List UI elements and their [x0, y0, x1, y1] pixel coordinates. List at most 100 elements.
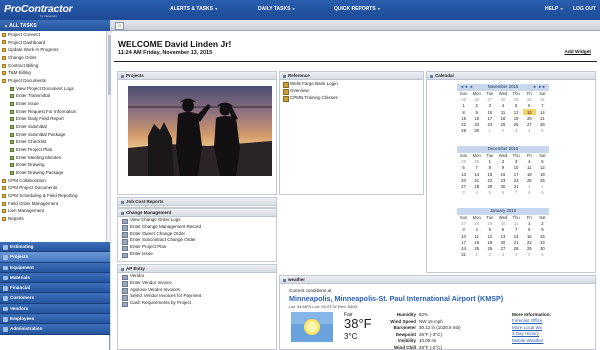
change-management-title[interactable]: Change Management	[118, 209, 276, 217]
ap-entry-link[interactable]: Vendor	[118, 273, 276, 280]
module-item[interactable]: Vendors	[0, 303, 110, 315]
app-logo[interactable]: ProContractor	[4, 3, 73, 15]
calendar-day[interactable]: 29	[457, 128, 470, 134]
task-label: Field Order Management	[8, 200, 59, 206]
change-management-link[interactable]: View Change Order Logs	[118, 217, 276, 224]
calendar-panel: Calendar ◄◄ ◄ ► ►► November 2015 Sun Mon Tue W…	[426, 71, 596, 273]
weather-more-link[interactable]: Mobile Weather	[512, 338, 551, 344]
task-item[interactable]: Project Connect	[0, 31, 106, 39]
task-item[interactable]: Change Order	[0, 54, 106, 62]
module-item[interactable]: Materials	[0, 272, 110, 284]
all-tasks-header[interactable]: ▲ ALL TASKS	[0, 20, 110, 31]
quick-reports-menu[interactable]: QUICK REPORTS ▼	[334, 6, 381, 12]
job-cost-reports-title[interactable]: Job Cost Reports	[118, 198, 276, 206]
calendar-day[interactable]: 4	[510, 252, 523, 258]
module-item[interactable]: Customers	[0, 293, 110, 304]
task-item[interactable]: CPM Collaboration	[0, 177, 106, 185]
calendar-day[interactable]: 7	[510, 190, 523, 196]
task-item[interactable]: Enter Submittal Package	[0, 131, 106, 139]
task-item[interactable]: Enter Request For Information	[0, 108, 106, 116]
task-item[interactable]: Enter Submittal	[0, 123, 106, 131]
calendar-day[interactable]: 3	[510, 128, 523, 134]
ap-entry-link[interactable]: Enter Vendor Invoice	[118, 280, 276, 287]
task-item[interactable]: Update Work In Progress	[0, 46, 106, 54]
change-management-link[interactable]: Enter Issue	[118, 251, 276, 258]
task-item[interactable]: Project Dashboard	[0, 39, 106, 47]
daily-tasks-menu[interactable]: DAILY TASKS ▼	[258, 6, 295, 12]
module-item[interactable]: Projects	[0, 252, 110, 263]
calendar-day[interactable]: 3	[457, 190, 470, 196]
task-item[interactable]: Enter Drawing	[0, 161, 106, 169]
module-item[interactable]: Administration	[0, 324, 110, 335]
dropdown-arrow-icon: ▼	[214, 7, 218, 11]
calendar-day[interactable]: 2	[483, 252, 496, 258]
task-item[interactable]: Enter Issue	[0, 100, 106, 108]
change-management-link[interactable]: Enter Subcontract Change Order	[118, 237, 276, 245]
module-icon	[3, 245, 8, 250]
task-item[interactable]: Project Documents	[0, 77, 106, 85]
calendar-day[interactable]: 8	[523, 190, 536, 196]
weather-detail-row: Wind Speed NW 16 mph	[380, 319, 461, 326]
task-item[interactable]: Enter Meeting Minutes	[0, 154, 106, 162]
task-item[interactable]: Enter Checklist	[0, 138, 106, 146]
task-icon	[10, 132, 14, 137]
weather-panel-title[interactable]: weather	[280, 276, 595, 284]
calendar-day[interactable]: 3	[496, 252, 509, 258]
change-management-link[interactable]: Enter Owner Change Order	[118, 231, 276, 238]
add-widget-link[interactable]: Add Widget	[564, 50, 591, 55]
projects-panel-title[interactable]: Projects	[118, 72, 276, 80]
task-label: Reports	[8, 216, 24, 222]
reference-panel-title[interactable]: Reference	[280, 72, 423, 80]
task-item[interactable]: T&M Billing	[0, 69, 106, 77]
task-item[interactable]: Lien Management	[0, 207, 106, 215]
task-item[interactable]: Reports	[0, 215, 106, 223]
calendar-day[interactable]: 5	[536, 128, 549, 134]
task-item[interactable]: Enter Transmittal	[0, 92, 106, 100]
calendar-day[interactable]: 31	[457, 252, 470, 258]
home-icon[interactable]: ⌂	[115, 21, 124, 30]
ap-entry-link[interactable]: Select Vendor Invoices for Payment	[118, 293, 276, 301]
weather-detail-label: Wind Speed	[390, 318, 416, 324]
help-menu[interactable]: HELP ▼	[545, 6, 563, 12]
calendar-day[interactable]: 5	[483, 190, 496, 196]
calendar-day[interactable]: 2	[496, 128, 509, 134]
calendar-day[interactable]: 1	[470, 252, 483, 258]
calendar-day[interactable]: 9	[536, 190, 549, 196]
change-management-link[interactable]: Enter Change Management Record	[118, 224, 276, 231]
change-management-link[interactable]: Enter Project Plan	[118, 244, 276, 252]
weather-location[interactable]: Minneapolis, Minneapolis-St. Paul Intern…	[289, 294, 503, 303]
main-content: WELCOME David Linden Jr! 11:24 AM Friday…	[111, 31, 600, 350]
module-item[interactable]: Equipment	[0, 262, 110, 273]
task-item[interactable]: CPM Project Documents	[0, 184, 106, 192]
calendar-day[interactable]: 4	[470, 190, 483, 196]
task-item[interactable]: View Project Document Logs	[0, 85, 106, 93]
ap-entry-link[interactable]: Cash Requirements by Project	[118, 300, 276, 308]
ap-entry-title[interactable]: AP Entry	[118, 265, 276, 273]
module-item[interactable]: Employees	[0, 314, 110, 325]
task-item[interactable]: Contract Billing	[0, 62, 106, 70]
calendar-day[interactable]: 6	[536, 252, 549, 258]
reference-link[interactable]: Wells Fargo Bank Login	[280, 81, 423, 89]
task-item[interactable]: Enter Drawing Package	[0, 169, 106, 177]
calendar-day[interactable]: 4	[523, 128, 536, 134]
more-info-links: Forecast Office More Local Wx 3 Day Histor…	[512, 318, 551, 344]
alerts-tasks-menu[interactable]: ALERTS & TASKS ▼	[170, 6, 218, 12]
task-item[interactable]: Enter Project Plan	[0, 146, 106, 154]
logout-link[interactable]: LOG OUT	[573, 6, 596, 12]
reference-link[interactable]: Overview	[280, 88, 423, 95]
calendar-panel-title[interactable]: Calendar	[427, 72, 595, 80]
sidebar-scrollbar[interactable]	[106, 31, 111, 242]
calendar-day[interactable]: 6	[496, 190, 509, 196]
reference-link[interactable]: CPMN Training Classes	[280, 95, 423, 102]
module-item[interactable]: Estimating	[0, 242, 110, 253]
calendar-day[interactable]: 30	[470, 128, 483, 134]
next-month-icon[interactable]: ► ►►	[533, 84, 546, 91]
task-item[interactable]: CPM Scheduling & Field Reporting	[0, 192, 106, 200]
calendar-day[interactable]: 1	[483, 128, 496, 134]
ap-entry-link[interactable]: Approve Vendor Invoices	[118, 287, 276, 294]
task-item[interactable]: Field Order Management	[0, 200, 106, 208]
task-item[interactable]: Enter Daily Field Report	[0, 115, 106, 123]
prev-month-icon[interactable]: ◄◄ ◄	[460, 84, 473, 91]
calendar-day[interactable]: 5	[523, 252, 536, 258]
module-item[interactable]: Financial	[0, 283, 110, 294]
